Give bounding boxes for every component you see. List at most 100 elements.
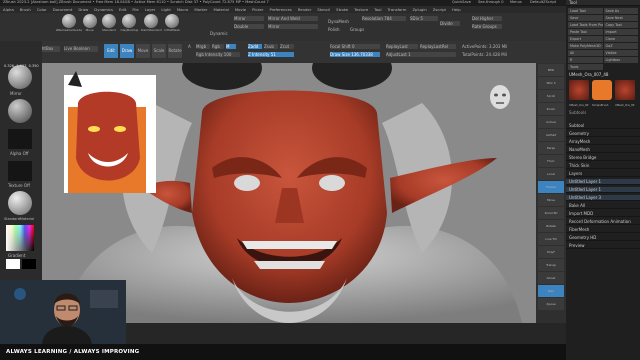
shelf-scroll[interactable]: Scroll — [538, 90, 564, 102]
dynamesh-button[interactable]: DynaMesh — [328, 19, 349, 24]
menu-material[interactable]: Material — [213, 6, 228, 13]
menu-edit[interactable]: Edit — [119, 6, 126, 13]
tool-lightbox-button[interactable]: Lightbox — [603, 57, 638, 63]
section-layers[interactable]: Layers — [566, 171, 640, 177]
mrgb-button[interactable]: Mrgb — [196, 44, 210, 49]
texture-swatch[interactable] — [8, 161, 32, 181]
secondary-color-swatch[interactable] — [22, 259, 36, 269]
live-boolean-button[interactable]: Live Boolean — [64, 46, 98, 52]
menu-color[interactable]: Color — [37, 6, 47, 13]
tool-visible-button[interactable]: Visible — [603, 50, 638, 56]
shelf-actual[interactable]: Actual — [538, 116, 564, 128]
brush-damstandard[interactable]: DamStandard — [141, 14, 162, 40]
menu-light[interactable]: Light — [161, 6, 170, 13]
sdiv-slider[interactable]: SDiv 5 — [410, 16, 438, 21]
menu-help[interactable]: Help — [452, 6, 461, 13]
see-through-slider[interactable]: See-through 0 — [478, 0, 504, 5]
del-higher-button[interactable]: Del Higher — [472, 16, 502, 21]
menu-texture[interactable]: Texture — [354, 6, 368, 13]
menus-button[interactable]: Menus — [510, 0, 522, 5]
shelf-polyf[interactable]: PolyF — [538, 246, 564, 258]
brush-move[interactable]: Move — [82, 14, 97, 40]
shelf-aahalf[interactable]: AAHalf — [538, 129, 564, 141]
rotate-button[interactable]: Rotate — [168, 44, 182, 58]
menu-brush[interactable]: Brush — [20, 6, 31, 13]
menu-macro[interactable]: Macro — [177, 6, 189, 13]
main-color-swatch[interactable] — [6, 259, 20, 269]
shelf-ghost[interactable]: Ghost — [538, 272, 564, 284]
double-button[interactable]: Double — [234, 24, 264, 29]
mirror-button[interactable]: Mirror — [234, 16, 264, 21]
menu-tool[interactable]: Tool — [374, 6, 381, 13]
brush-claybuildup[interactable]: ClayBuildup — [121, 14, 138, 40]
rate-groups-button[interactable]: Rate Groups — [472, 24, 502, 29]
tool-make-polymesh3d-button[interactable]: Make PolyMesh3D — [568, 43, 603, 49]
groups-button[interactable]: Groups — [350, 27, 364, 32]
section-untitled-layer-3[interactable]: Untitled Layer 3 — [566, 195, 640, 201]
zadd-button[interactable]: Zadd — [248, 44, 262, 49]
stroke-swatch[interactable] — [8, 99, 32, 123]
edit-button[interactable]: Edit — [104, 44, 118, 58]
tool-load-tool-button[interactable]: Load Tool — [568, 8, 603, 14]
color-picker-icon[interactable] — [6, 225, 34, 251]
quicksave-button[interactable]: QuickSave — [452, 0, 471, 5]
section-arraymesh[interactable]: ArrayMesh — [566, 139, 640, 145]
menu-marker[interactable]: Marker — [194, 6, 207, 13]
alpha-swatch[interactable] — [8, 129, 32, 149]
replay-last-button[interactable]: ReplayLast — [386, 44, 418, 49]
tool-paste-tool-button[interactable]: Paste Tool — [568, 29, 603, 35]
menu-preferences[interactable]: Preferences — [269, 6, 291, 13]
shelf-solo[interactable]: Solo — [538, 285, 564, 297]
default-script-button[interactable]: DefaultZScript — [530, 0, 556, 5]
menu-draw[interactable]: Draw — [78, 6, 88, 13]
shelf-line-fill[interactable]: Line Fill — [538, 233, 564, 245]
tool-thumb-3[interactable] — [615, 80, 635, 100]
menu-stencil[interactable]: Stencil — [317, 6, 330, 13]
mirror-button-2[interactable]: Mirror — [268, 24, 318, 29]
section-subtool[interactable]: Subtool — [566, 123, 640, 129]
menu-movie[interactable]: Movie — [235, 6, 246, 13]
polish-button[interactable]: Polish — [328, 27, 340, 32]
section-record-deformation-animation[interactable]: Record Deformation Animation — [566, 219, 640, 225]
shelf-xpose[interactable]: Xpose — [538, 298, 564, 310]
menu-layer[interactable]: Layer — [145, 6, 156, 13]
section-nanomesh[interactable]: NanoMesh — [566, 147, 640, 153]
resolution-slider[interactable]: Resolution 784 — [362, 16, 406, 21]
section-untitled-layer-1[interactable]: Untitled Layer 1 — [566, 179, 640, 185]
shelf-zoom[interactable]: Zoom — [538, 103, 564, 115]
m-button[interactable]: M — [226, 44, 236, 49]
draw-size-slider[interactable]: Draw Size 136.70338 — [330, 52, 380, 57]
zcut-button[interactable]: Zcut — [280, 44, 294, 49]
replay-last-rel-button[interactable]: ReplayLastRel — [420, 44, 456, 49]
menu-zscript[interactable]: Zscript — [433, 6, 446, 13]
menu-file[interactable]: File — [132, 6, 138, 13]
shelf-zoom3d[interactable]: Zoom3D — [538, 207, 564, 219]
shelf-spix-3[interactable]: SPix 3 — [538, 77, 564, 89]
shelf-rotate[interactable]: Rotate — [538, 220, 564, 232]
divide-button[interactable]: Divide — [440, 21, 460, 26]
menu-dynamics[interactable]: Dynamics — [94, 6, 113, 13]
menu-zplugin[interactable]: Zplugin — [412, 6, 426, 13]
shelf-transp[interactable]: Transp — [538, 259, 564, 271]
rgb-intensity-slider[interactable]: Rgb Intensity 100 — [196, 52, 240, 57]
menu-alpha[interactable]: Alpha — [3, 6, 14, 13]
tool-goz-button[interactable]: GoZ — [603, 43, 638, 49]
menu-stroke[interactable]: Stroke — [336, 6, 348, 13]
tool-r-button[interactable]: R — [568, 57, 603, 63]
z-intensity-slider[interactable]: Z Intensity 51 — [248, 52, 294, 57]
zsub-button[interactable]: Zsub — [264, 44, 278, 49]
shelf-bpr[interactable]: BPR — [538, 64, 564, 76]
adjust-last-slider[interactable]: AdjustLast 1 — [386, 52, 456, 57]
section-thick-skin[interactable]: Thick Skin — [566, 163, 640, 169]
menu-render[interactable]: Render — [298, 6, 312, 13]
section-bake-all[interactable]: Bake All — [566, 203, 640, 209]
shelf-frame[interactable]: Frame — [538, 181, 564, 193]
tool-load-tools-from-project-button[interactable]: Load Tools From Project — [568, 22, 603, 28]
mirror-and-weld-button[interactable]: Mirror And Weld — [268, 16, 318, 21]
brush-inflatmesh[interactable]: InflatMesh — [164, 14, 180, 40]
section-geometry-hd[interactable]: Geometry HD — [566, 235, 640, 241]
tool-tools-button[interactable]: Tools — [568, 64, 603, 70]
tool-save-next-button[interactable]: Save Next — [603, 15, 638, 21]
tool-copy-tool-button[interactable]: Copy Tool — [603, 22, 638, 28]
section-fibermesh[interactable]: FiberMesh — [566, 227, 640, 233]
